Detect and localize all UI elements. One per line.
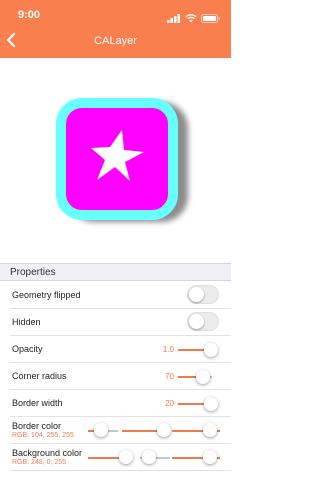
properties-section-header: Properties — [0, 263, 231, 281]
row-corner-radius: Corner radius 70 — [0, 363, 231, 390]
toggle-knob — [189, 314, 204, 329]
border-width-label: Border width — [12, 398, 63, 408]
border-width-value: 20 — [165, 399, 174, 408]
page-title: CALayer — [94, 35, 137, 47]
border-color-rgb: RGB: 104, 255, 255 — [12, 432, 74, 439]
row-opacity: Opacity 1.0 — [0, 336, 231, 363]
background-color-blue-thumb[interactable] — [203, 450, 217, 464]
border-color-blue-thumb[interactable] — [203, 423, 217, 437]
background-color-green-thumb[interactable] — [142, 450, 156, 464]
section-title: Properties — [10, 267, 56, 278]
opacity-value: 1.0 — [162, 345, 174, 354]
row-background-color: Background color RGB: 248, 0, 255 — [0, 444, 231, 471]
hidden-label: Hidden — [12, 317, 41, 327]
hidden-toggle[interactable] — [187, 312, 219, 331]
toggle-knob — [189, 287, 204, 302]
geometry-flipped-toggle[interactable] — [187, 285, 219, 304]
opacity-slider-thumb[interactable] — [204, 343, 218, 357]
opacity-label: Opacity — [12, 344, 43, 354]
wifi-icon — [185, 10, 197, 28]
navigation-header: 9:00 CALayer — [0, 0, 231, 58]
corner-radius-slider-thumb[interactable] — [196, 370, 210, 384]
battery-icon — [201, 10, 221, 28]
background-color-label: Background color — [12, 448, 83, 458]
border-color-red-thumb[interactable] — [94, 423, 108, 437]
row-hidden: Hidden — [0, 309, 231, 336]
signal-icon — [167, 10, 181, 28]
border-width-slider-thumb[interactable] — [204, 397, 218, 411]
row-border-width: Border width 20 — [0, 390, 231, 417]
star-icon — [91, 130, 144, 181]
row-geometry-flipped: Geometry flipped — [0, 282, 231, 309]
corner-radius-value: 70 — [165, 372, 174, 381]
status-icons — [167, 10, 221, 28]
row-border-color: Border color RGB: 104, 255, 255 — [0, 417, 231, 444]
layer-preview — [0, 58, 231, 263]
geometry-flipped-label: Geometry flipped — [12, 290, 81, 300]
border-color-label: Border color — [12, 421, 62, 431]
corner-radius-label: Corner radius — [12, 371, 67, 381]
layer-box — [56, 98, 178, 220]
border-color-green-thumb[interactable] — [157, 423, 171, 437]
status-time: 9:00 — [18, 9, 41, 21]
background-color-rgb: RGB: 248, 0, 255 — [12, 459, 67, 466]
background-color-red-thumb[interactable] — [119, 450, 133, 464]
row-next — [0, 471, 231, 500]
